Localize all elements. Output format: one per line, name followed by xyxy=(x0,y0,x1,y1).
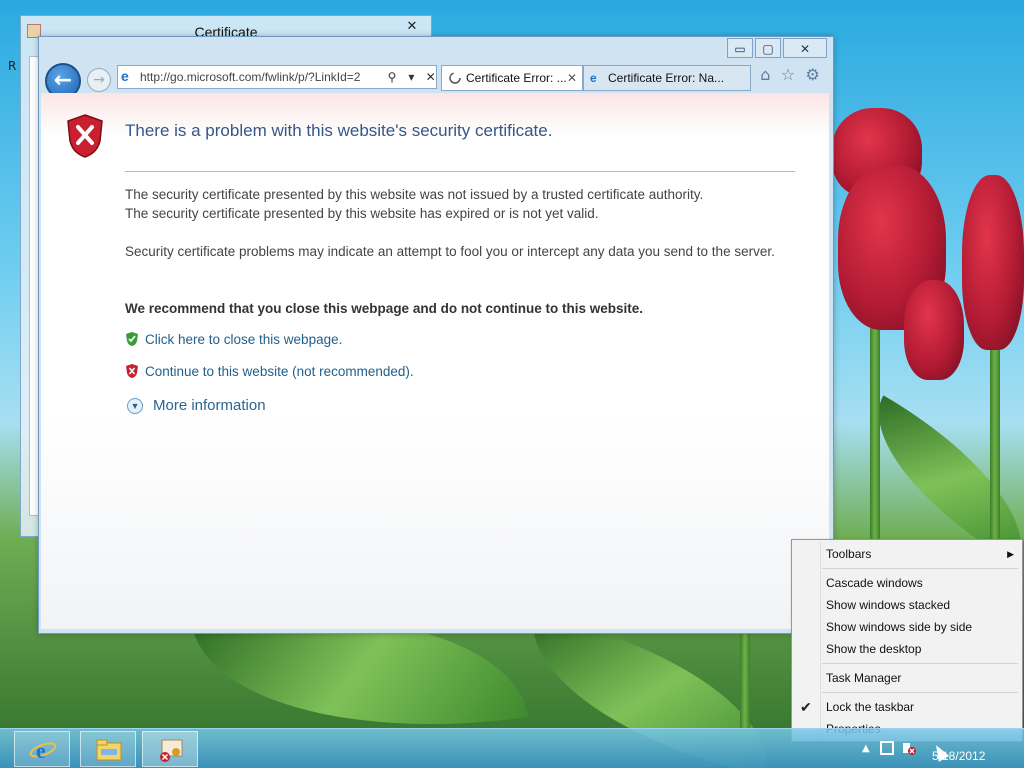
menu-item-show-windows-stacked[interactable]: Show windows stacked xyxy=(792,594,1022,616)
forward-button[interactable]: → xyxy=(87,68,111,92)
svg-text:e: e xyxy=(36,738,46,763)
tab-label: Certificate Error: ... xyxy=(466,71,567,85)
desktop-partial-item: R xyxy=(0,55,22,95)
internet-explorer-icon: e xyxy=(29,738,57,763)
desktop-partial-label: R xyxy=(8,59,17,73)
continue-website-label: Continue to this website (not recommende… xyxy=(145,363,414,379)
taskbar-file-explorer-button[interactable] xyxy=(80,731,136,767)
more-information-toggle[interactable]: ▼ More information xyxy=(127,397,266,414)
message-line-1: The security certificate presented by th… xyxy=(125,187,704,202)
menu-item-toolbars[interactable]: Toolbars ▶ xyxy=(792,543,1022,565)
taskbar-ie-button[interactable]: e xyxy=(14,731,70,767)
expand-chevron-icon: ▼ xyxy=(127,397,143,414)
certificate-close-button[interactable]: ✕ xyxy=(399,18,425,36)
menu-item-cascade-windows[interactable]: Cascade windows xyxy=(792,572,1022,594)
taskbar[interactable]: e ▲ 5/18/2012 xyxy=(0,728,1024,768)
close-button[interactable]: ✕ xyxy=(783,38,827,58)
network-icon[interactable] xyxy=(880,741,894,755)
more-information-label: More information xyxy=(153,397,266,414)
shield-error-icon xyxy=(67,114,103,158)
shield-warning-icon xyxy=(126,364,138,378)
menu-separator xyxy=(822,568,1018,569)
folder-icon xyxy=(96,739,122,761)
ie-window[interactable]: ▭ ▢ ✕ ← → e http://go.microsoft.com/fwli… xyxy=(38,36,834,634)
menu-separator xyxy=(822,692,1018,693)
command-icons: ⌂ ☆ ⚙ xyxy=(755,65,825,91)
menu-item-show-desktop[interactable]: Show the desktop xyxy=(792,638,1022,660)
continue-website-link[interactable]: Continue to this website (not recommende… xyxy=(125,363,414,379)
show-hidden-icons-icon[interactable]: ▲ xyxy=(862,743,870,754)
search-icon[interactable]: ⚲ xyxy=(384,66,400,88)
ie-page-icon: e xyxy=(121,68,129,84)
menu-item-label: Task Manager xyxy=(826,671,902,685)
divider xyxy=(125,171,795,172)
ie-tab-icon: e xyxy=(590,71,597,85)
shield-safe-icon xyxy=(126,332,138,346)
action-center-error-icon[interactable] xyxy=(902,741,916,755)
loading-icon xyxy=(449,72,461,84)
menu-item-lock-taskbar[interactable]: ✔ Lock the taskbar xyxy=(792,696,1022,718)
address-tools: ⚲ ▾ ✕ xyxy=(384,66,436,88)
minimize-button[interactable]: ▭ xyxy=(727,38,753,58)
tab-label: Certificate Error: Na... xyxy=(608,71,725,85)
favorites-icon[interactable]: ☆ xyxy=(781,65,795,91)
message-line-3: Security certificate problems may indica… xyxy=(125,244,775,259)
close-webpage-link[interactable]: Click here to close this webpage. xyxy=(125,331,342,347)
menu-item-label: Lock the taskbar xyxy=(826,700,915,714)
home-icon[interactable]: ⌂ xyxy=(760,65,770,91)
menu-item-label: Cascade windows xyxy=(826,576,923,590)
taskbar-context-menu: Toolbars ▶ Cascade windows Show windows … xyxy=(791,539,1023,742)
menu-item-task-manager[interactable]: Task Manager xyxy=(792,667,1022,689)
address-bar[interactable]: e http://go.microsoft.com/fwlink/p/?Link… xyxy=(117,65,437,89)
close-webpage-label: Click here to close this webpage. xyxy=(145,331,343,347)
page-title: There is a problem with this website's s… xyxy=(125,121,553,140)
window-controls: ▭ ▢ ✕ xyxy=(725,38,827,58)
taskbar-certificate-button[interactable] xyxy=(142,731,198,767)
tulip-shape xyxy=(962,175,1024,350)
menu-item-show-windows-side-by-side[interactable]: Show windows side by side xyxy=(792,616,1022,638)
checkmark-icon: ✔ xyxy=(800,699,812,715)
menu-item-label: Show windows side by side xyxy=(826,620,973,634)
tab-certificate-error-1[interactable]: Certificate Error: ... ✕ xyxy=(441,65,583,91)
recommendation-text: We recommend that you close this webpage… xyxy=(125,301,644,316)
back-arrow-icon: ← xyxy=(53,68,73,93)
menu-item-label: Toolbars xyxy=(826,547,872,561)
menu-item-label: Show windows stacked xyxy=(826,598,951,612)
message-line-2: The security certificate presented by th… xyxy=(125,206,599,221)
submenu-arrow-icon: ▶ xyxy=(1007,549,1014,559)
navigation-bar: ← → e http://go.microsoft.com/fwlink/p/?… xyxy=(45,63,825,99)
tab-close-icon[interactable]: ✕ xyxy=(567,66,579,90)
dropdown-icon[interactable]: ▾ xyxy=(403,66,419,88)
tulip-shape xyxy=(904,280,964,380)
maximize-button[interactable]: ▢ xyxy=(755,38,781,58)
tools-gear-icon[interactable]: ⚙ xyxy=(805,65,819,91)
certificate-error-page: There is a problem with this website's s… xyxy=(41,93,829,629)
address-text: http://go.microsoft.com/fwlink/p/?LinkId… xyxy=(140,70,361,84)
menu-separator xyxy=(822,663,1018,664)
stop-icon[interactable]: ✕ xyxy=(423,66,436,88)
forward-arrow-icon: → xyxy=(93,72,105,88)
certificate-error-icon xyxy=(160,739,183,762)
tab-certificate-error-2[interactable]: e Certificate Error: Na... xyxy=(583,65,751,91)
menu-item-label: Show the desktop xyxy=(826,642,922,656)
